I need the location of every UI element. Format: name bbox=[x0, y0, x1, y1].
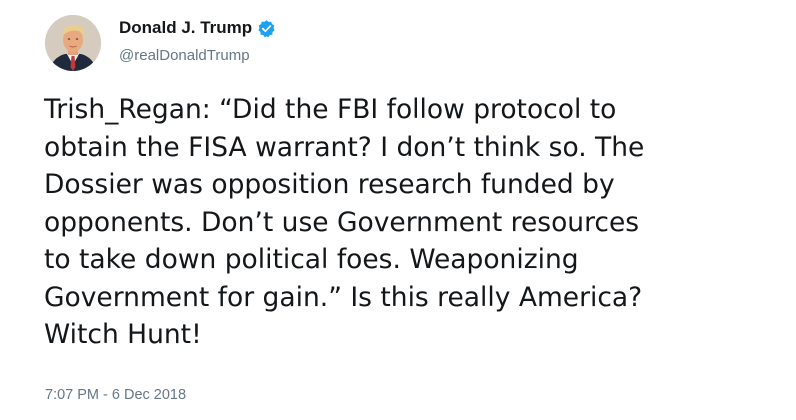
tweet-text: Trish_Regan: “Did the FBI follow protoco… bbox=[44, 94, 645, 350]
profile-photo-icon bbox=[45, 15, 101, 71]
avatar[interactable] bbox=[45, 15, 101, 71]
tweet-timestamp[interactable]: 7:07 PM - 6 Dec 2018 bbox=[45, 387, 186, 403]
author-display-name[interactable]: Donald J. Trump bbox=[119, 18, 252, 38]
verified-badge-icon bbox=[257, 19, 276, 38]
tweet-card: Donald J. Trump @realDonaldTrump Trish_R… bbox=[0, 0, 796, 420]
author-handle[interactable]: @realDonaldTrump bbox=[119, 47, 250, 64]
author-name-row: Donald J. Trump bbox=[119, 16, 276, 40]
